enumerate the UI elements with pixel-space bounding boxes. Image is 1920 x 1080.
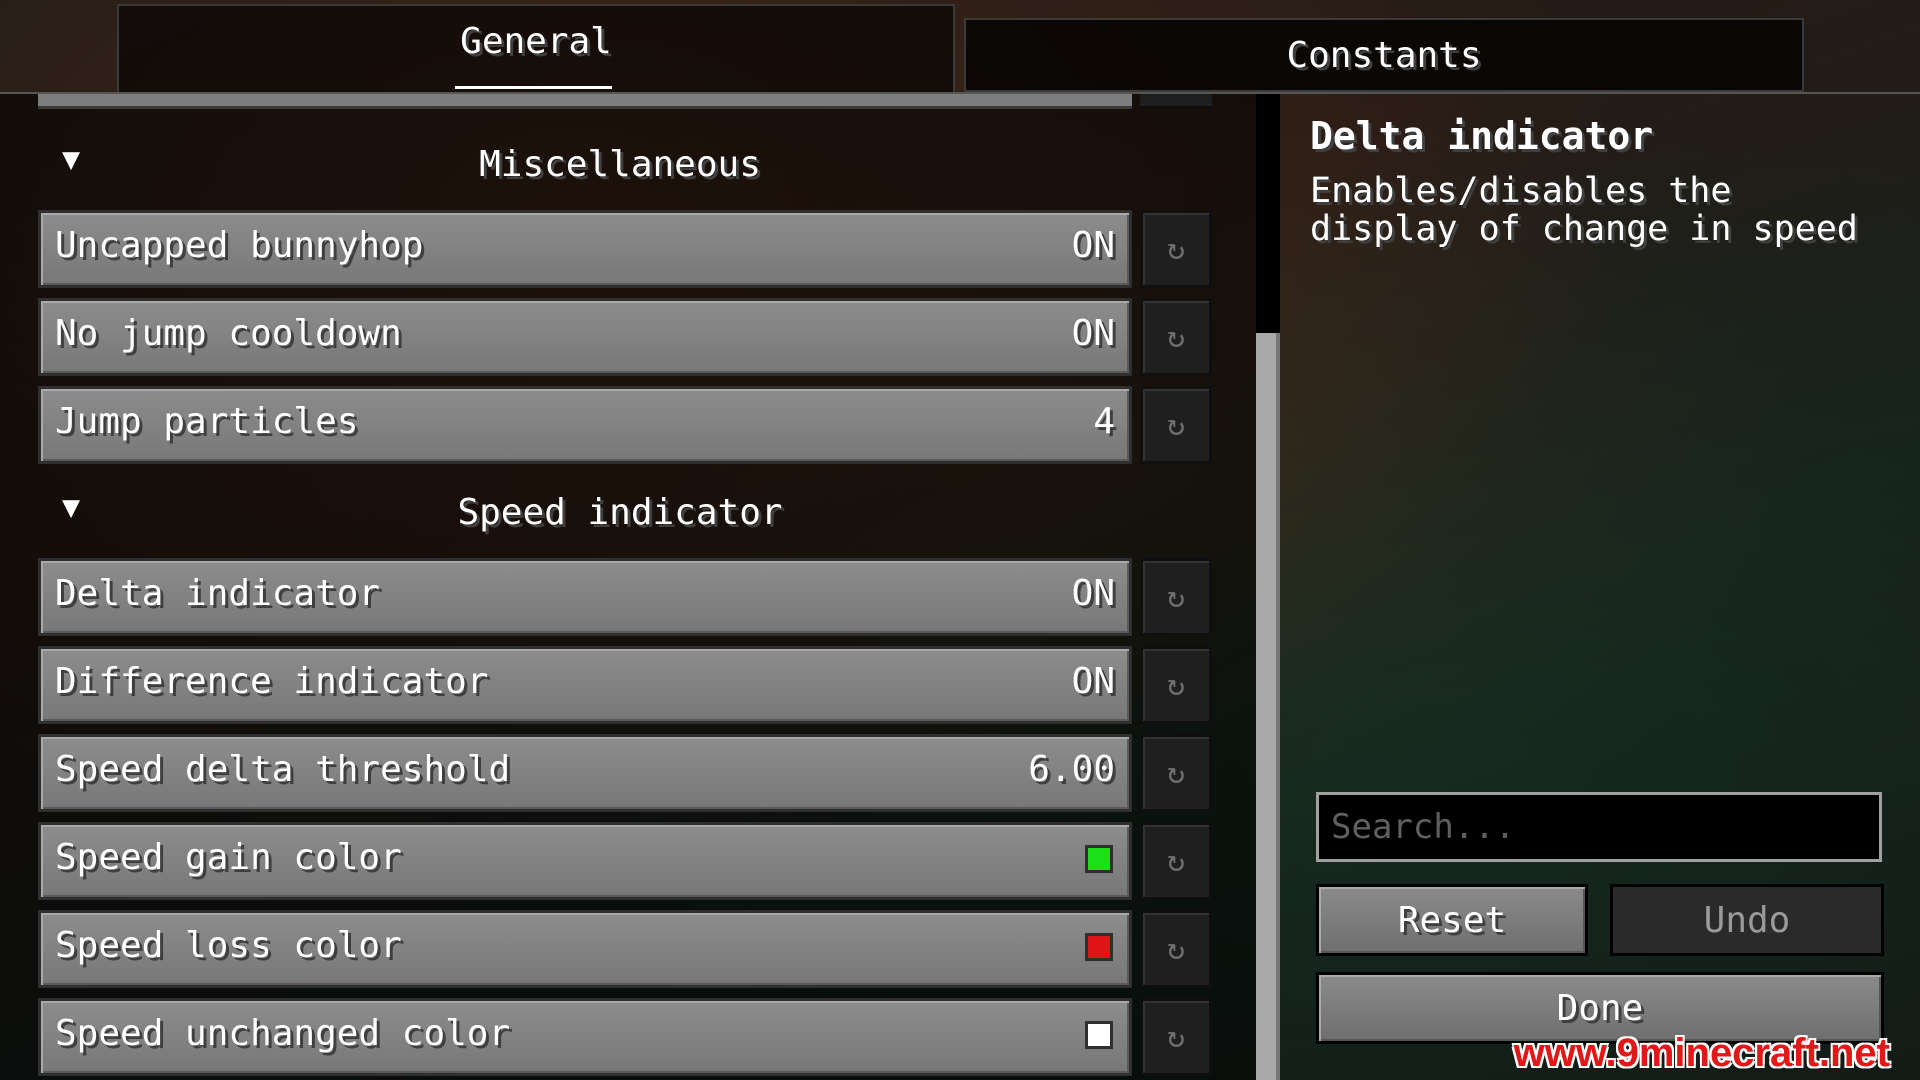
reset-icon: ↻ bbox=[1166, 1019, 1186, 1055]
reset-icon: ↻ bbox=[1166, 843, 1186, 879]
option-name: Speed unchanged color bbox=[55, 1013, 511, 1054]
reset-icon: ↻ bbox=[1166, 579, 1186, 615]
option-name: Speed loss color bbox=[55, 925, 402, 966]
watermark: www.9minecraft.net bbox=[1513, 1031, 1890, 1075]
option-value: 4 bbox=[1093, 401, 1115, 442]
option-value: ON bbox=[1071, 225, 1115, 266]
tab-constants-label: Constants bbox=[1286, 34, 1482, 76]
option-speed-gain-color[interactable]: Speed gain color bbox=[38, 822, 1132, 900]
option-name: Speed delta threshold bbox=[55, 749, 511, 790]
reset-icon: ↻ bbox=[1166, 755, 1186, 791]
options-list[interactable]: ▼ Miscellaneous Uncapped bunnyhop ON ↻ N… bbox=[0, 94, 1262, 1080]
reset-no-jump-cooldown-button[interactable]: ↻ bbox=[1140, 298, 1212, 376]
reset-icon: ↻ bbox=[1166, 319, 1186, 355]
partially-hidden-option[interactable] bbox=[38, 94, 1132, 109]
option-value: 6.00 bbox=[1028, 749, 1115, 790]
scrollbar-thumb[interactable] bbox=[1256, 333, 1280, 1080]
option-no-jump-cooldown[interactable]: No jump cooldown ON bbox=[38, 298, 1132, 376]
category-label: Miscellaneous bbox=[479, 144, 761, 185]
category-miscellaneous[interactable]: ▼ Miscellaneous bbox=[0, 134, 1240, 194]
option-uncapped-bunnyhop[interactable]: Uncapped bunnyhop ON bbox=[38, 210, 1132, 288]
option-difference-indicator[interactable]: Difference indicator ON bbox=[38, 646, 1132, 724]
reset-uncapped-bunnyhop-button[interactable]: ↻ bbox=[1140, 210, 1212, 288]
tab-general[interactable]: General bbox=[117, 4, 955, 92]
color-swatch[interactable] bbox=[1085, 1021, 1113, 1049]
tab-constants[interactable]: Constants bbox=[964, 18, 1804, 92]
reset-jump-particles-button[interactable]: ↻ bbox=[1140, 386, 1212, 464]
option-value: ON bbox=[1071, 313, 1115, 354]
option-name: No jump cooldown bbox=[55, 313, 402, 354]
option-jump-particles[interactable]: Jump particles 4 bbox=[38, 386, 1132, 464]
option-name: Uncapped bunnyhop bbox=[55, 225, 424, 266]
active-tab-underline bbox=[455, 86, 612, 89]
description-text: Enables/disables the display of change i… bbox=[1310, 171, 1858, 249]
reset-icon: ↻ bbox=[1166, 407, 1186, 443]
partially-hidden-reset-button[interactable] bbox=[1140, 94, 1212, 109]
reset-icon: ↻ bbox=[1166, 931, 1186, 967]
tab-general-label: General bbox=[460, 20, 612, 62]
reset-speed-unchanged-color-button[interactable]: ↻ bbox=[1140, 998, 1212, 1076]
color-swatch[interactable] bbox=[1085, 845, 1113, 873]
reset-speed-gain-color-button[interactable]: ↻ bbox=[1140, 822, 1212, 900]
reset-icon: ↻ bbox=[1166, 231, 1186, 267]
option-value: ON bbox=[1071, 573, 1115, 614]
option-value: ON bbox=[1071, 661, 1115, 702]
option-name: Difference indicator bbox=[55, 661, 489, 702]
option-speed-unchanged-color[interactable]: Speed unchanged color bbox=[38, 998, 1132, 1076]
option-speed-loss-color[interactable]: Speed loss color bbox=[38, 910, 1132, 988]
category-label: Speed indicator bbox=[457, 492, 783, 533]
reset-speed-delta-threshold-button[interactable]: ↻ bbox=[1140, 734, 1212, 812]
option-name: Speed gain color bbox=[55, 837, 402, 878]
option-speed-delta-threshold[interactable]: Speed delta threshold 6.00 bbox=[38, 734, 1132, 812]
option-delta-indicator[interactable]: Delta indicator ON bbox=[38, 558, 1132, 636]
option-name: Delta indicator bbox=[55, 573, 381, 614]
reset-speed-loss-color-button[interactable]: ↻ bbox=[1140, 910, 1212, 988]
color-swatch[interactable] bbox=[1085, 933, 1113, 961]
reset-button[interactable]: Reset bbox=[1316, 884, 1588, 956]
search-input[interactable] bbox=[1316, 792, 1882, 862]
undo-button[interactable]: Undo bbox=[1610, 884, 1884, 956]
reset-icon: ↻ bbox=[1166, 667, 1186, 703]
reset-delta-indicator-button[interactable]: ↻ bbox=[1140, 558, 1212, 636]
option-name: Jump particles bbox=[55, 401, 359, 442]
reset-difference-indicator-button[interactable]: ↻ bbox=[1140, 646, 1212, 724]
category-speed-indicator[interactable]: ▼ Speed indicator bbox=[0, 482, 1240, 542]
description-title: Delta indicator bbox=[1310, 114, 1654, 158]
